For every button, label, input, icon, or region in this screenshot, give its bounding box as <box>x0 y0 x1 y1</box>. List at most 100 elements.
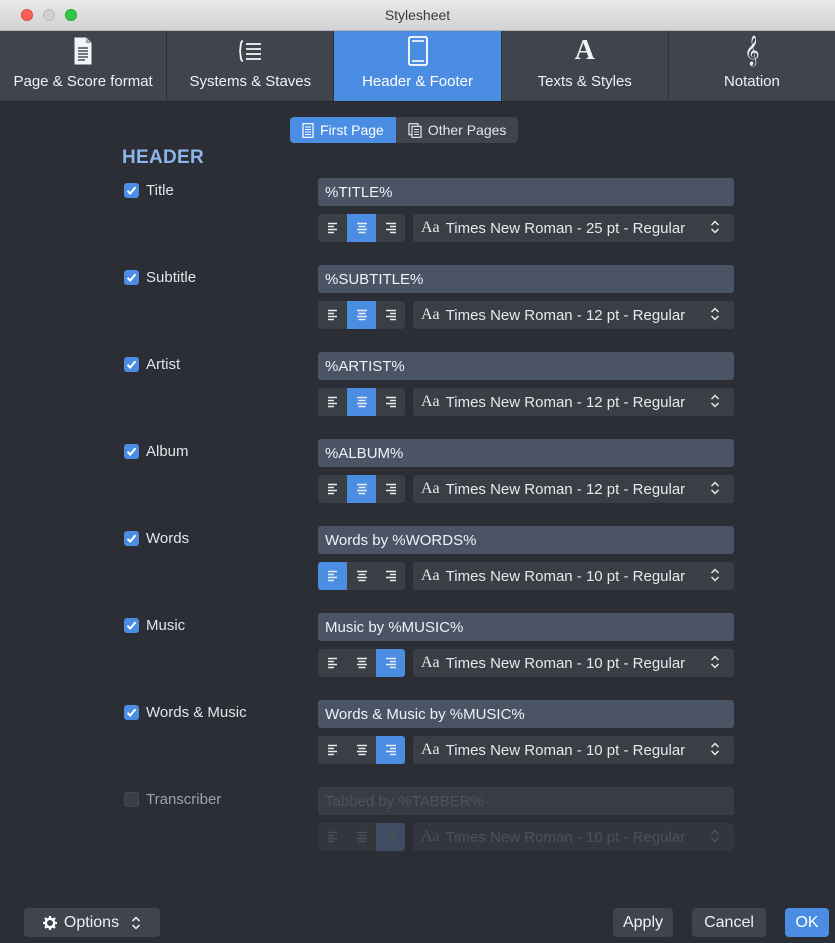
tab-page-score-format[interactable]: Page & Score format <box>0 31 168 101</box>
align-center-button[interactable] <box>347 736 376 764</box>
checked-checkbox[interactable] <box>124 444 139 459</box>
checked-checkbox[interactable] <box>124 531 139 546</box>
unchecked-checkbox[interactable] <box>124 792 139 807</box>
header-text-field[interactable]: %ARTIST% <box>318 352 734 380</box>
align-center-button[interactable] <box>347 301 376 329</box>
checked-checkbox[interactable] <box>124 183 139 198</box>
checked-checkbox[interactable] <box>124 357 139 372</box>
ok-button[interactable]: OK <box>785 908 829 937</box>
row-label-text: Album <box>146 443 189 460</box>
row-artist[interactable]: Artist <box>124 356 180 373</box>
header-text-field[interactable]: Tabbed by %TABBER% <box>318 787 734 815</box>
segment-first-page[interactable]: First Page <box>290 117 396 143</box>
align-left-button[interactable] <box>318 301 347 329</box>
align-right-button[interactable] <box>376 214 405 242</box>
checkmark-icon <box>126 708 137 717</box>
font-style-select[interactable]: Aa Times New Roman - 12 pt - Regular <box>413 475 734 503</box>
align-left-button[interactable] <box>318 214 347 242</box>
align-right-button[interactable] <box>376 649 405 677</box>
options-button[interactable]: Options <box>24 908 160 937</box>
row-label-text: Words <box>146 530 190 547</box>
align-right-icon <box>385 831 396 843</box>
checked-checkbox[interactable] <box>124 270 139 285</box>
font-style-select[interactable]: Aa Times New Roman - 10 pt - Regular <box>413 562 734 590</box>
tab-texts-styles[interactable]: A Texts & Styles <box>502 31 669 101</box>
treble-clef-icon: 𝄞 <box>744 35 759 67</box>
font-style-select[interactable]: Aa Times New Roman - 10 pt - Regular <box>413 649 734 677</box>
align-right-button[interactable] <box>376 388 405 416</box>
align-right-button[interactable] <box>376 562 405 590</box>
align-right-button[interactable] <box>376 475 405 503</box>
font-style-select[interactable]: Aa Times New Roman - 12 pt - Regular <box>413 388 734 416</box>
gear-icon <box>42 915 57 930</box>
font-style-value: Times New Roman - 10 pt - Regular <box>445 741 686 759</box>
tab-header-footer[interactable]: Header & Footer <box>334 31 502 101</box>
font-preview-aa: Aa <box>421 219 440 236</box>
page-scope-segmented-control: First Page Other Pages <box>290 117 519 143</box>
font-style-value: Times New Roman - 10 pt - Regular <box>445 567 686 585</box>
apply-button[interactable]: Apply <box>613 908 673 937</box>
align-left-button[interactable] <box>318 649 347 677</box>
align-left-button[interactable] <box>318 562 347 590</box>
align-left-button[interactable] <box>318 388 347 416</box>
row-album[interactable]: Album <box>124 443 189 460</box>
updown-chevron-icon <box>710 220 720 238</box>
row-subtitle[interactable]: Subtitle <box>124 269 196 286</box>
font-preview-aa: Aa <box>421 654 440 671</box>
align-left-button[interactable] <box>318 736 347 764</box>
alignment-group <box>318 214 405 242</box>
header-text-field[interactable]: %TITLE% <box>318 178 734 206</box>
font-style-select[interactable]: Aa Times New Roman - 12 pt - Regular <box>413 301 734 329</box>
tab-systems-staves[interactable]: Systems & Staves <box>167 31 335 101</box>
cancel-button[interactable]: Cancel <box>692 908 766 937</box>
row-music[interactable]: Music <box>124 617 185 634</box>
tab-notation[interactable]: 𝄞 Notation <box>669 31 835 101</box>
font-style-select[interactable]: Aa Times New Roman - 25 pt - Regular <box>413 214 734 242</box>
checked-checkbox[interactable] <box>124 705 139 720</box>
page-lines-icon <box>302 122 314 138</box>
header-text-field[interactable]: %SUBTITLE% <box>318 265 734 293</box>
header-text-field[interactable]: Words by %WORDS% <box>318 526 734 554</box>
align-center-icon <box>356 831 367 843</box>
align-right-icon <box>385 483 396 495</box>
header-text-field[interactable]: %ALBUM% <box>318 439 734 467</box>
align-right-button[interactable] <box>376 301 405 329</box>
updown-chevron-icon <box>710 568 720 586</box>
align-center-button[interactable] <box>347 823 376 851</box>
align-right-button[interactable] <box>376 823 405 851</box>
align-center-button[interactable] <box>347 562 376 590</box>
font-preview-aa: Aa <box>421 741 440 758</box>
row-transcriber[interactable]: Transcriber <box>124 791 221 808</box>
options-button-label: Options <box>63 913 120 931</box>
row-label-text: Title <box>146 182 174 199</box>
tab-label: Header & Footer <box>362 73 473 90</box>
staff-brace-icon <box>237 35 263 67</box>
row-title[interactable]: Title <box>124 182 174 199</box>
align-left-button[interactable] <box>318 475 347 503</box>
updown-chevron-icon <box>710 742 720 760</box>
tab-label: Systems & Staves <box>189 73 312 90</box>
align-left-icon <box>327 657 337 669</box>
align-left-button[interactable] <box>318 823 347 851</box>
align-center-icon <box>356 396 367 408</box>
header-text-field[interactable]: Words & Music by %MUSIC% <box>318 700 734 728</box>
align-center-button[interactable] <box>347 388 376 416</box>
font-style-select[interactable]: Aa Times New Roman - 10 pt - Regular <box>413 736 734 764</box>
align-center-button[interactable] <box>347 475 376 503</box>
header-text-field[interactable]: Music by %MUSIC% <box>318 613 734 641</box>
align-right-button[interactable] <box>376 736 405 764</box>
font-style-select[interactable]: Aa Times New Roman - 10 pt - Regular <box>413 823 734 851</box>
updown-chevron-icon <box>710 307 720 325</box>
align-left-icon <box>327 831 337 843</box>
row-label-text: Transcriber <box>146 791 222 808</box>
align-center-button[interactable] <box>347 214 376 242</box>
checkmark-icon <box>126 447 137 456</box>
tab-label: Page & Score format <box>13 73 153 90</box>
tab-label: Texts & Styles <box>537 73 632 90</box>
align-left-icon <box>327 483 337 495</box>
checked-checkbox[interactable] <box>124 618 139 633</box>
row-words[interactable]: Words <box>124 530 189 547</box>
align-center-button[interactable] <box>347 649 376 677</box>
row-words-music[interactable]: Words & Music <box>124 704 247 721</box>
segment-other-pages[interactable]: Other Pages <box>395 117 519 143</box>
